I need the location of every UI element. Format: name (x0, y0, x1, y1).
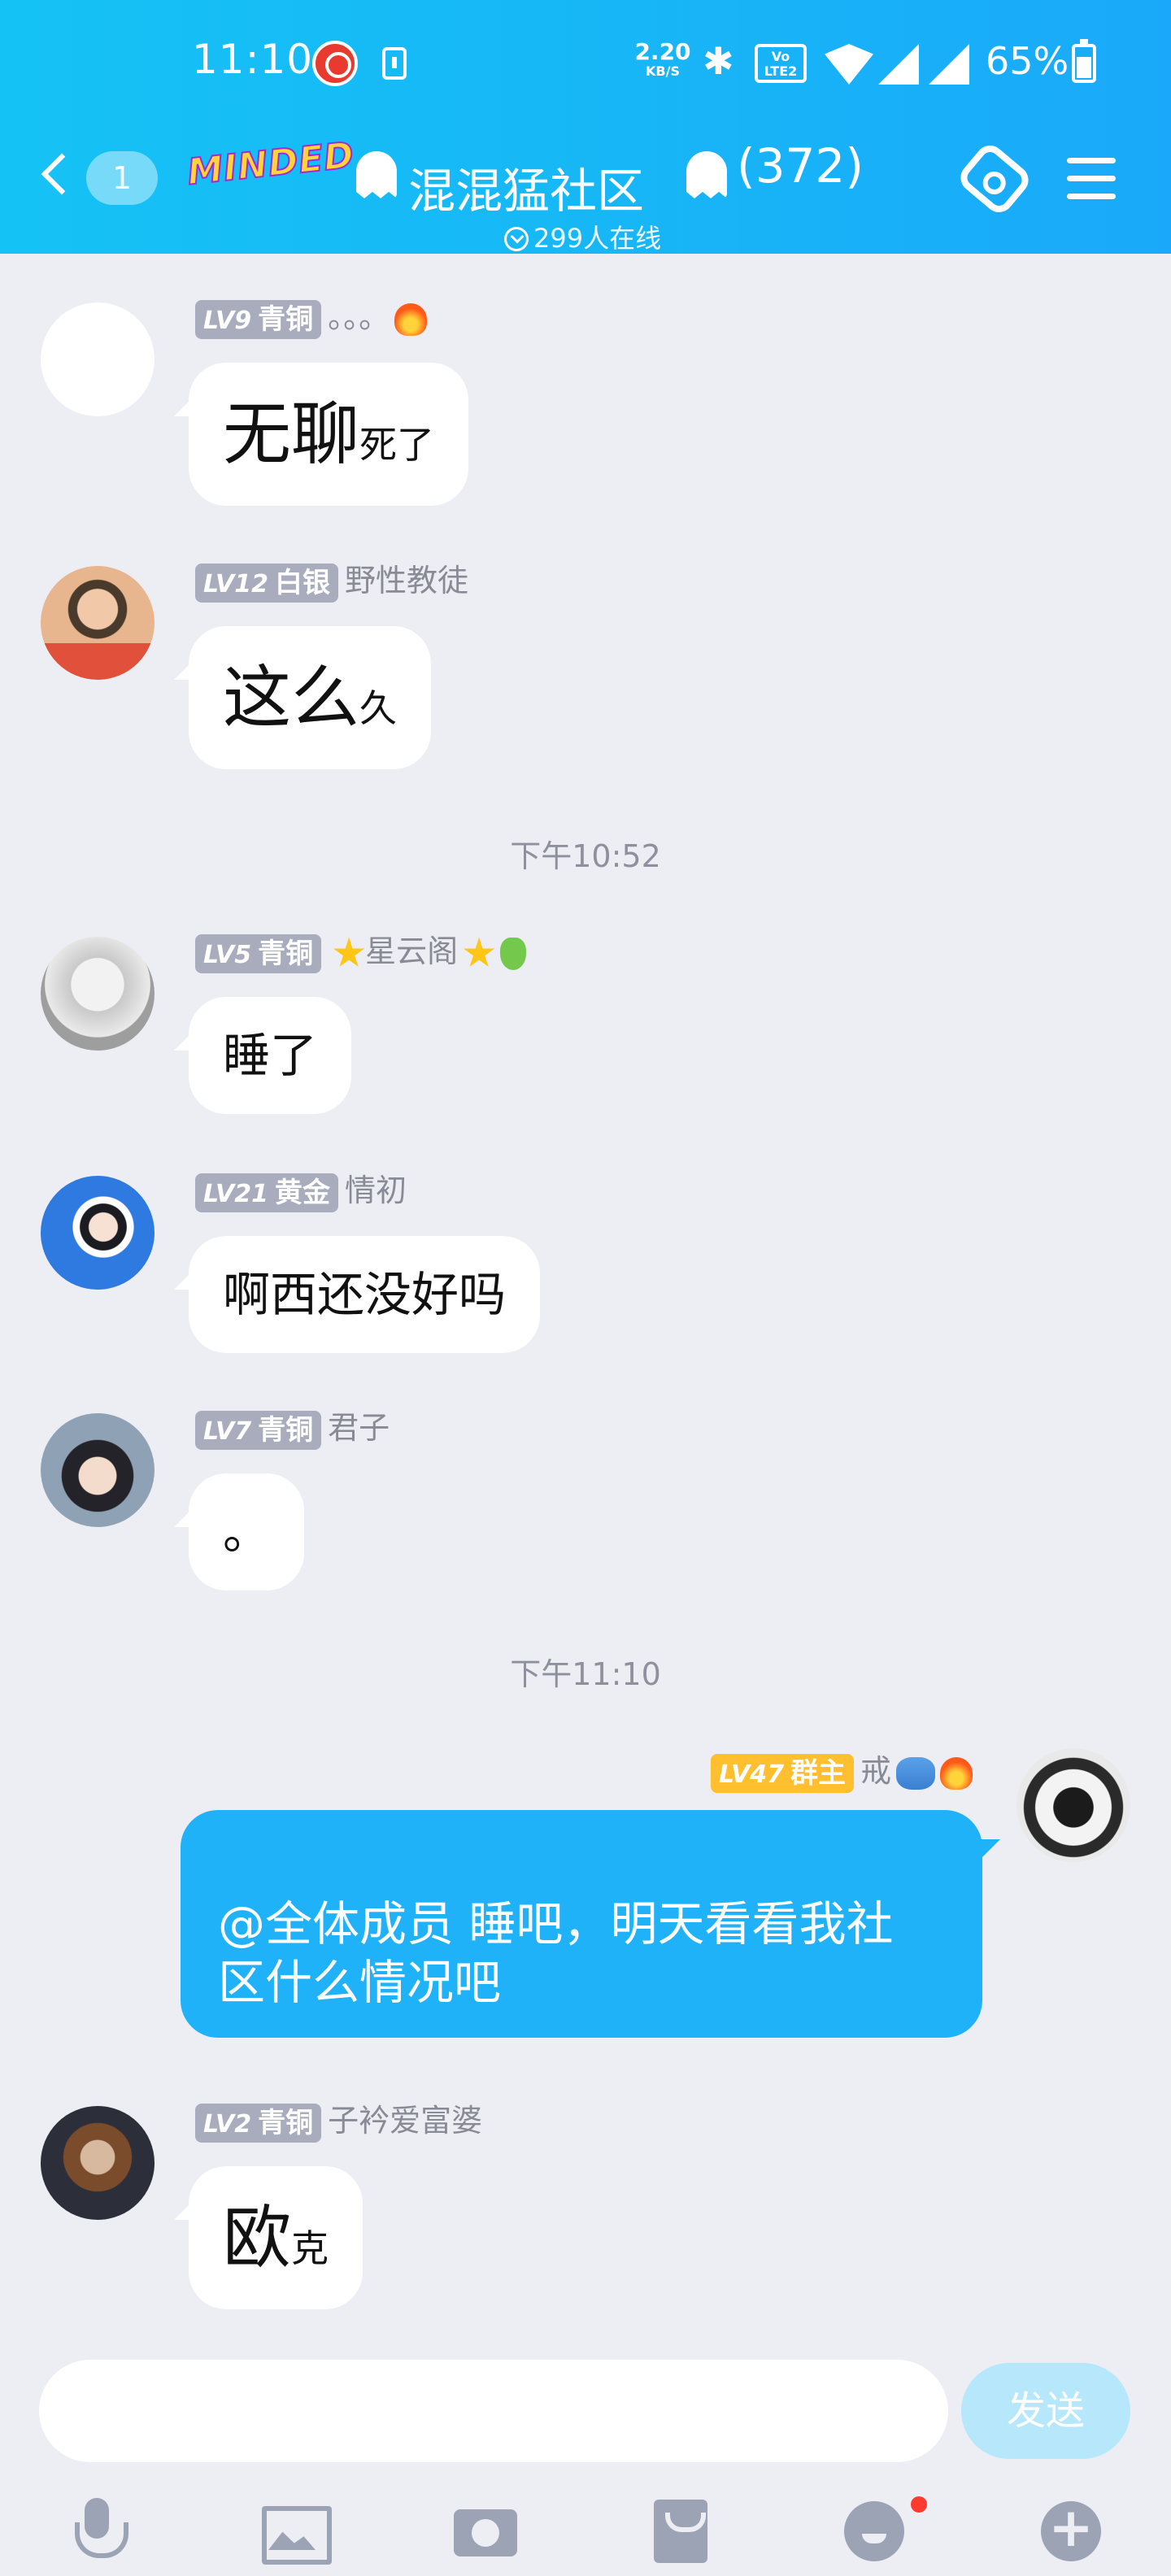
ghost-icon (356, 151, 397, 198)
red-packet-icon[interactable] (644, 2495, 717, 2568)
message-bubble[interactable]: 啊西还没好吗 (189, 1236, 541, 1353)
camera-icon[interactable] (449, 2495, 522, 2568)
sender-name[interactable]: 子衿爱富婆 (328, 2103, 482, 2139)
battery-level: 65% (986, 39, 1069, 83)
time-separator: 下午11:10 (510, 1656, 661, 1692)
send-button[interactable]: 发送 (961, 2363, 1130, 2459)
avatar[interactable] (41, 302, 155, 416)
avatar[interactable] (41, 566, 155, 680)
tag-icon[interactable] (955, 139, 1034, 219)
sender-row: LV2 青铜 子衿爱富婆 (195, 2098, 482, 2143)
microphone-icon[interactable] (60, 2495, 133, 2568)
fire-icon (940, 1756, 973, 1790)
chat-header: 11:10 2.20 KB/S ✱ Vo LTE2 65% 1 MINDED 混… (0, 0, 1171, 254)
wifi-icon (825, 44, 873, 85)
level-badge: LV12 白银 (195, 563, 338, 603)
message-bubble[interactable]: 这么久 (189, 626, 432, 769)
back-icon[interactable] (41, 153, 83, 195)
level-badge: LV5 青铜 (195, 933, 322, 973)
message-bubble-self[interactable]: @全体成员 睡吧，明天看看我社 区什么情况吧 (181, 1810, 982, 2038)
group-title[interactable]: 混混猛社区 (408, 153, 644, 221)
avatar[interactable] (41, 937, 155, 1051)
app-notification-icon (312, 41, 358, 86)
menu-icon[interactable] (1067, 158, 1116, 200)
online-count[interactable]: 299人在线 (504, 218, 661, 255)
status-time: 11:10 (192, 36, 314, 83)
sender-name[interactable]: 星云阁 (365, 933, 458, 969)
message-bubble[interactable]: 欧克 (189, 2166, 363, 2309)
bluetooth-icon: ✱ (703, 39, 734, 83)
signal-icon (878, 44, 919, 85)
message-list[interactable]: LV9 青铜。。。 无聊死了 LV12 白银 野性教徒 这么久 下午10:52 LV5… (0, 254, 1171, 2343)
avatar[interactable] (41, 2106, 155, 2220)
input-bar: 发送 (0, 2343, 1171, 2576)
avatar-self[interactable] (1016, 1748, 1130, 1862)
image-icon[interactable] (255, 2495, 332, 2568)
battery-icon (1072, 39, 1096, 83)
message-bubble[interactable]: 无聊死了 (189, 363, 469, 506)
plus-icon[interactable] (1034, 2495, 1108, 2568)
owner-badge: LV47 群主 (711, 1753, 854, 1793)
level-badge: LV21 黄金 (195, 1173, 338, 1212)
status-bar: 11:10 2.20 KB/S ✱ Vo LTE2 65% (0, 0, 1171, 130)
time-separator: 下午10:52 (510, 838, 661, 874)
sender-row: LV5 青铜 星云阁 (195, 929, 527, 974)
level-badge: LV2 青铜 (195, 2103, 322, 2143)
money-bag-icon (500, 937, 527, 970)
level-badge: LV7 青铜 (195, 1410, 322, 1450)
dragon-icon (896, 1756, 935, 1790)
download-icon (382, 47, 407, 80)
sender-name[interactable]: 戒 (860, 1753, 891, 1789)
sender-row: LV9 青铜。。。 (195, 294, 428, 340)
sender-row: LV12 白银 野性教徒 (195, 558, 468, 603)
net-speed: 2.20 KB/S (634, 38, 691, 79)
ghost-icon-right (686, 151, 727, 198)
message-input[interactable] (39, 2360, 948, 2462)
input-toolbar (0, 2487, 1171, 2576)
volte-icon: Vo LTE2 (755, 44, 807, 83)
fire-icon (394, 302, 428, 336)
sender-row: LV7 青铜 君子 (195, 1405, 390, 1451)
message-bubble[interactable]: 睡了 (189, 997, 352, 1114)
sender-row: LV21 黄金 情初 (195, 1168, 407, 1213)
avatar[interactable] (41, 1413, 155, 1527)
sender-name[interactable]: 。。。 (328, 299, 390, 335)
signal-icon-2 (929, 44, 969, 85)
sender-name[interactable]: 野性教徒 (345, 563, 468, 598)
notification-dot (911, 2496, 927, 2513)
avatar[interactable] (41, 1176, 155, 1290)
chevron-down-icon (504, 227, 529, 251)
level-badge: LV9 青铜 (195, 299, 322, 339)
star-icon (463, 937, 495, 967)
member-count[interactable]: (372) (737, 138, 864, 194)
message-bubble[interactable]: 。 (189, 1473, 305, 1590)
emoji-icon[interactable] (838, 2495, 911, 2568)
avatar-image (41, 566, 155, 680)
star-icon (333, 937, 365, 967)
sender-row: LV47 群主戒 (711, 1748, 973, 1794)
sender-name[interactable]: 君子 (328, 1410, 390, 1446)
minded-logo: MINDED (185, 133, 357, 194)
sender-name[interactable]: 情初 (345, 1173, 407, 1208)
unread-badge[interactable]: 1 (86, 151, 158, 205)
